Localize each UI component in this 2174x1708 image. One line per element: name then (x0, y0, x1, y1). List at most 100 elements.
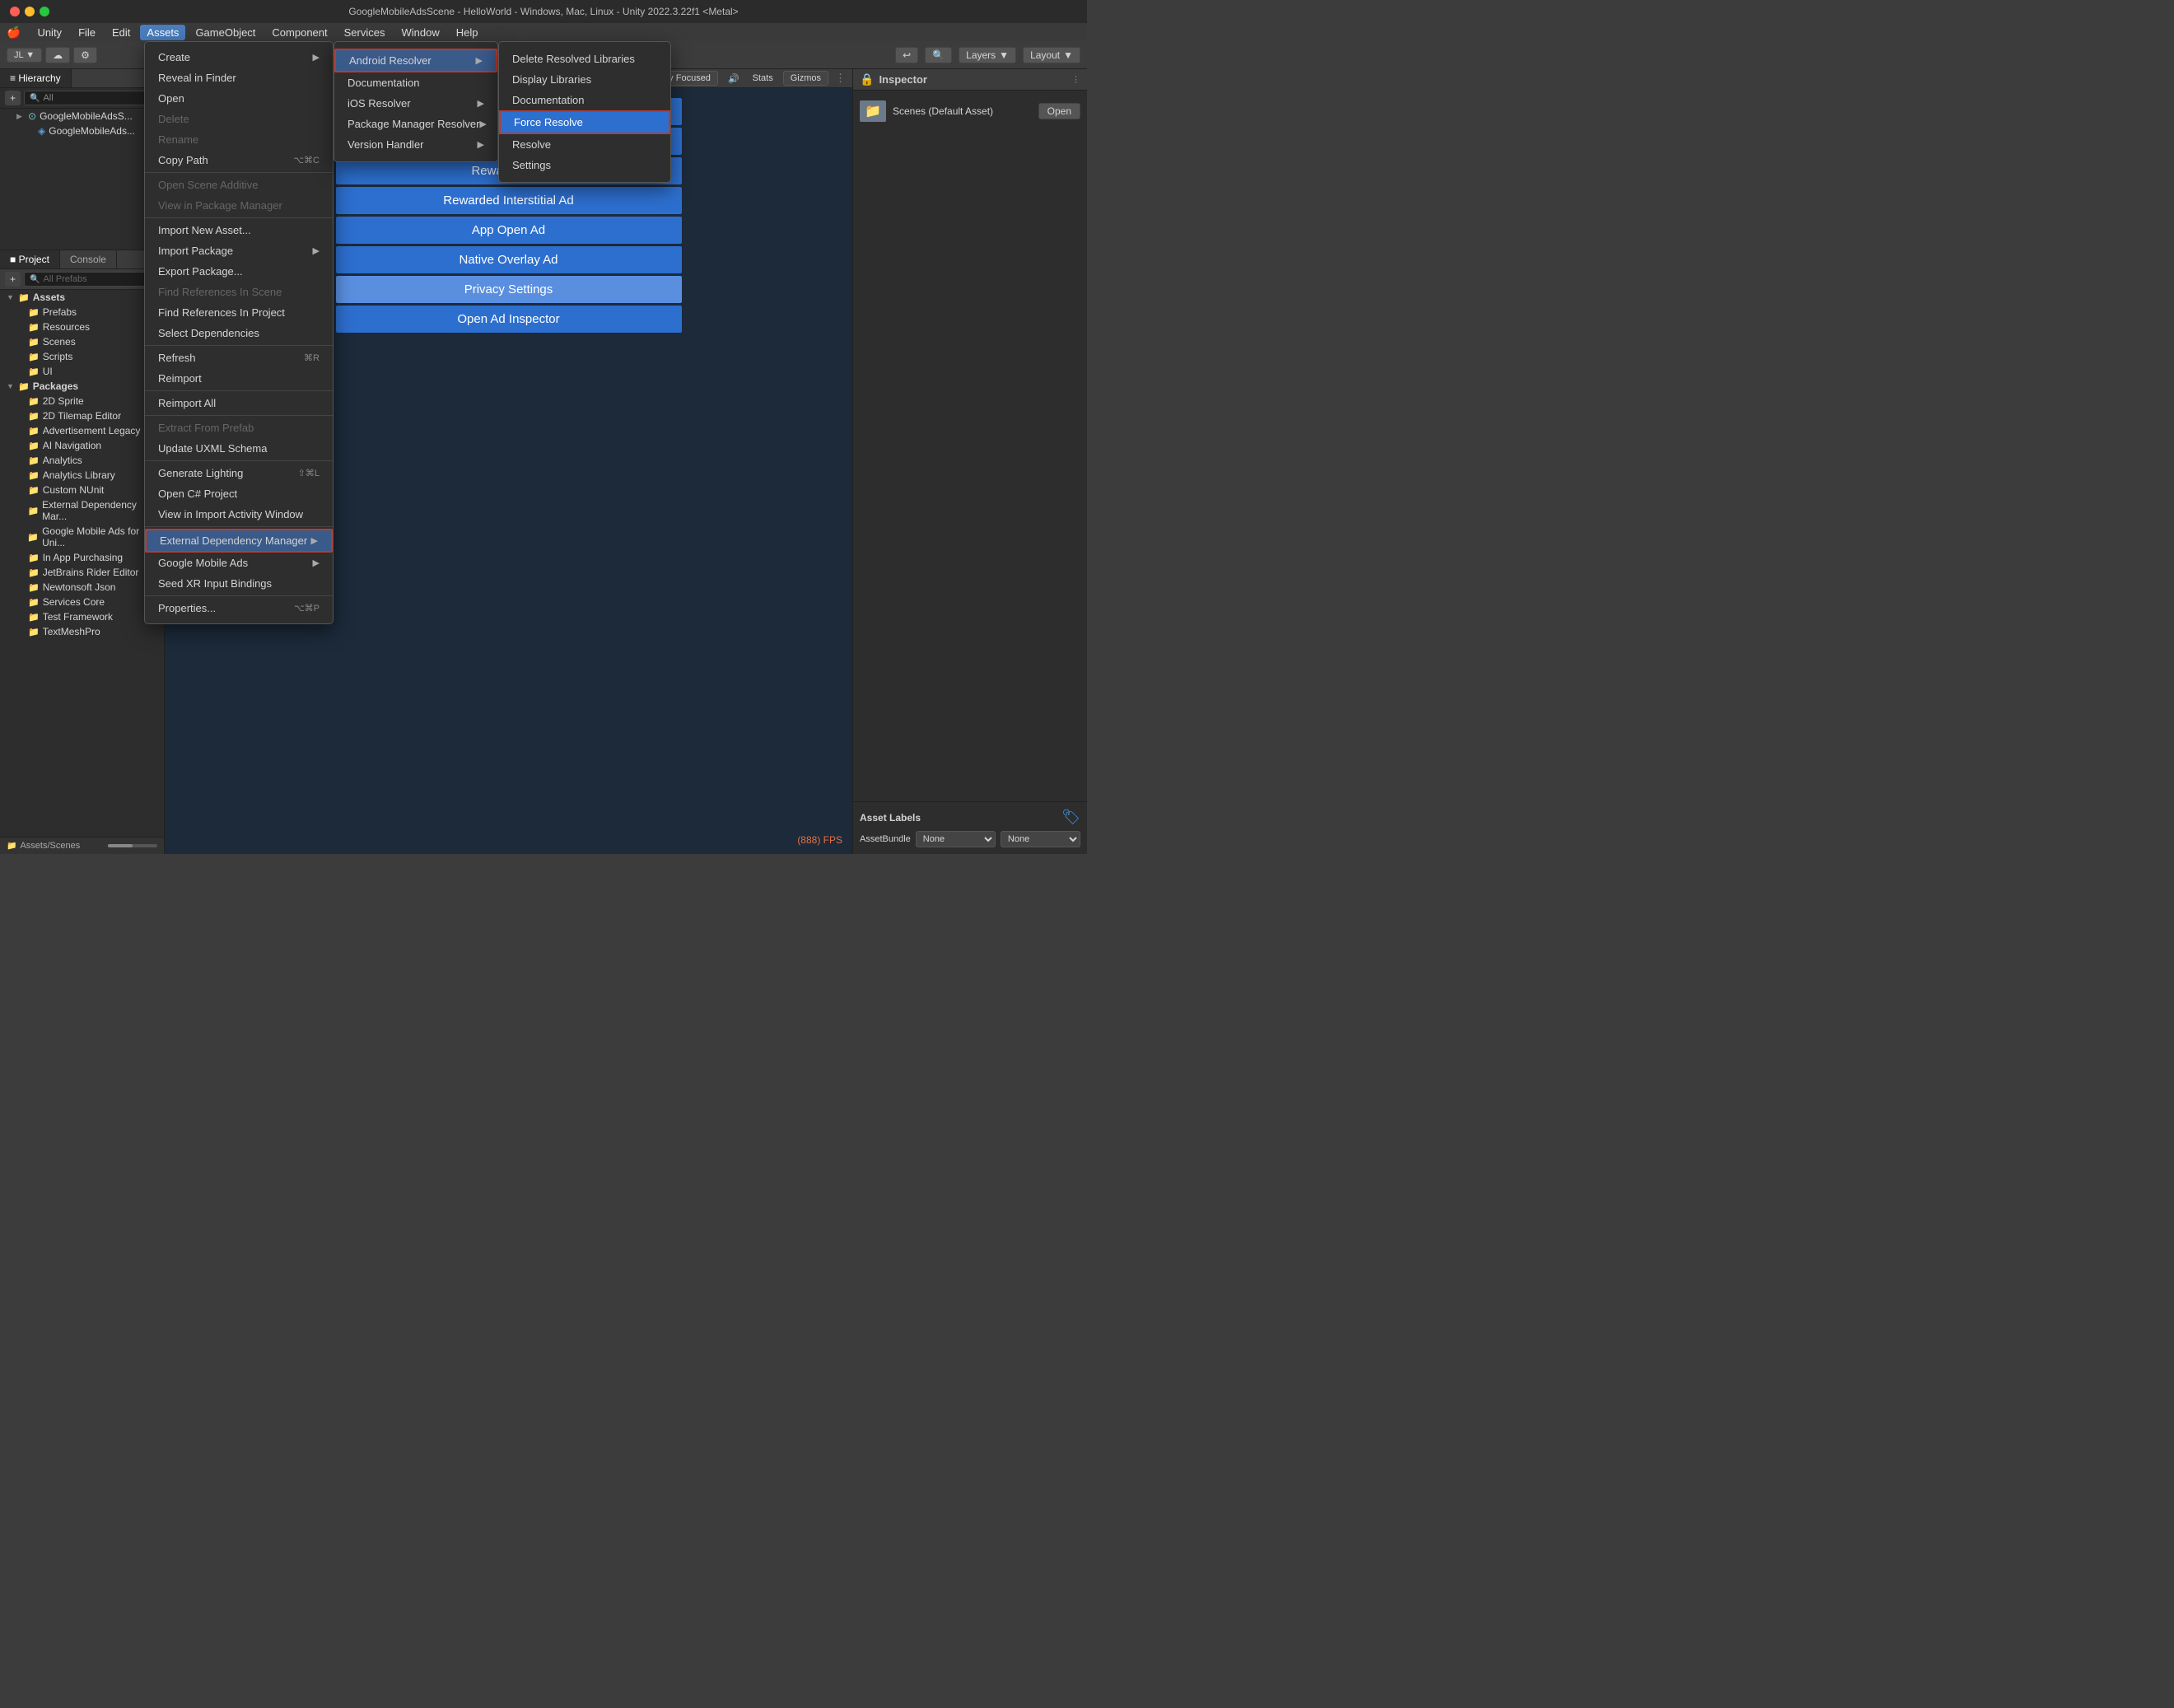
hierarchy-tab[interactable]: ≡ Hierarchy (0, 69, 72, 87)
menu-component[interactable]: Component (265, 25, 334, 40)
menu-import-package[interactable]: Import Package ▶ (145, 240, 333, 261)
android-settings[interactable]: Settings (499, 155, 670, 175)
game-btn-appopen[interactable]: App Open Ad (336, 217, 682, 244)
game-btn-privacy[interactable]: Privacy Settings (336, 276, 682, 303)
project-tab[interactable]: ■ Project (0, 250, 60, 268)
menu-file[interactable]: File (72, 25, 102, 40)
menu-create[interactable]: Create ▶ (145, 47, 333, 68)
asset-labels-icon[interactable]: 🏷 (1061, 809, 1080, 826)
apple-menu[interactable]: 🍎 (7, 26, 21, 40)
menu-reimport[interactable]: Reimport (145, 368, 333, 389)
project-add-btn[interactable]: + (5, 272, 21, 287)
tree-analytics[interactable]: 📁 Analytics (0, 453, 164, 468)
minimize-button[interactable] (25, 7, 35, 16)
menu-edit[interactable]: Edit (105, 25, 137, 40)
game-btn-inspector[interactable]: Open Ad Inspector (336, 306, 682, 333)
menu-seed-xr[interactable]: Seed XR Input Bindings (145, 573, 333, 594)
asset-bundle-select1[interactable]: None (916, 831, 996, 847)
size-slider[interactable] (108, 844, 157, 847)
tree-scenes[interactable]: 📁 Scenes (0, 334, 164, 349)
settings-btn[interactable]: ⚙ (73, 47, 97, 63)
tree-analyticslib[interactable]: 📁 Analytics Library (0, 468, 164, 483)
menu-open-csharp[interactable]: Open C# Project (145, 483, 333, 504)
search-btn[interactable]: 🔍 (925, 47, 952, 63)
edm-version-handler[interactable]: Version Handler ▶ (334, 134, 497, 155)
hierarchy-item-scene[interactable]: ▶ ⊙ GoogleMobileAdsS... (0, 109, 164, 124)
menu-google-mobile-ads[interactable]: Google Mobile Ads ▶ (145, 553, 333, 573)
tree-customnunit[interactable]: 📁 Custom NUnit (0, 483, 164, 497)
tree-2dsprite[interactable]: 📁 2D Sprite (0, 394, 164, 408)
stats-btn[interactable]: Stats (749, 72, 777, 85)
game-btn-rewarded-int[interactable]: Rewarded Interstitial Ad (336, 187, 682, 214)
android-delete-resolved[interactable]: Delete Resolved Libraries (499, 49, 670, 69)
tree-testfw[interactable]: 📁 Test Framework (0, 609, 164, 624)
menu-view-import-activity[interactable]: View in Import Activity Window (145, 504, 333, 525)
edm-pkg-mgr[interactable]: Package Manager Resolver ▶ (334, 114, 497, 134)
tree-edm[interactable]: 📁 External Dependency Mar... (0, 497, 164, 524)
project-search[interactable]: 🔍 All Prefabs (24, 272, 159, 287)
tree-ui[interactable]: 📁 UI (0, 364, 164, 379)
menu-assets[interactable]: Assets (140, 25, 185, 40)
edm-android-resolver[interactable]: Android Resolver ▶ (334, 49, 497, 72)
menu-reveal-finder[interactable]: Reveal in Finder (145, 68, 333, 88)
menu-select-deps[interactable]: Select Dependencies (145, 323, 333, 343)
menu-open[interactable]: Open (145, 88, 333, 109)
mute-btn[interactable]: 🔊 (725, 72, 743, 86)
menu-reimport-all[interactable]: Reimport All (145, 393, 333, 413)
tree-scripts[interactable]: 📁 Scripts (0, 349, 164, 364)
android-display-libs[interactable]: Display Libraries (499, 69, 670, 90)
menu-edm[interactable]: External Dependency Manager ▶ (145, 529, 333, 553)
scene-icon: ⊙ (28, 110, 36, 122)
edm-docs[interactable]: Documentation (334, 72, 497, 93)
menu-gameobject[interactable]: GameObject (189, 25, 262, 40)
hierarchy-add-btn[interactable]: + (5, 91, 21, 105)
tree-servicescore[interactable]: 📁 Services Core (0, 595, 164, 609)
undo-btn[interactable]: ↩ (895, 47, 918, 63)
hierarchy-item-gameobj[interactable]: ◈ GoogleMobileAds... (0, 124, 164, 138)
gizmos-btn[interactable]: Gizmos (783, 71, 828, 86)
menu-refresh[interactable]: Refresh ⌘R (145, 348, 333, 368)
menu-update-uxml[interactable]: Update UXML Schema (145, 438, 333, 459)
layout-dropdown[interactable]: Layout ▼ (1023, 47, 1080, 63)
menu-find-refs-project[interactable]: Find References In Project (145, 302, 333, 323)
inspector-more[interactable]: ⋮ (1071, 74, 1080, 85)
open-scene-btn[interactable]: Open (1038, 103, 1080, 119)
menu-services[interactable]: Services (338, 25, 392, 40)
hierarchy-search[interactable]: 🔍 All (24, 91, 159, 105)
game-btn-native[interactable]: Native Overlay Ad (336, 246, 682, 273)
menu-copy-path[interactable]: Copy Path ⌥⌘C (145, 150, 333, 170)
android-force-resolve[interactable]: Force Resolve (499, 110, 670, 134)
menu-export-package[interactable]: Export Package... (145, 261, 333, 282)
tree-gma[interactable]: 📁 Google Mobile Ads for Uni... (0, 524, 164, 550)
tree-ainav[interactable]: 📁 AI Navigation (0, 438, 164, 453)
tree-textmeshpro[interactable]: 📁 TextMeshPro (0, 624, 164, 639)
tree-resources[interactable]: 📁 Resources (0, 320, 164, 334)
maximize-button[interactable] (40, 7, 49, 16)
tree-assets[interactable]: ▼ 📁 Assets (0, 290, 164, 305)
menu-gen-lighting[interactable]: Generate Lighting ⇧⌘L (145, 463, 333, 483)
menu-unity[interactable]: Unity (30, 25, 68, 40)
project-tab-strip: ■ Project Console (0, 250, 164, 269)
menu-help[interactable]: Help (450, 25, 485, 40)
tree-2dtilemap[interactable]: 📁 2D Tilemap Editor (0, 408, 164, 423)
android-resolve[interactable]: Resolve (499, 134, 670, 155)
console-tab[interactable]: Console (60, 250, 117, 268)
lock-icon[interactable]: 🔒 (860, 72, 874, 86)
asset-bundle-select2[interactable]: None (1001, 831, 1080, 847)
menu-properties[interactable]: Properties... ⌥⌘P (145, 598, 333, 618)
tree-newtonsoft[interactable]: 📁 Newtonsoft Json (0, 580, 164, 595)
edm-ios[interactable]: iOS Resolver ▶ (334, 93, 497, 114)
tree-packages[interactable]: ▼ 📁 Packages (0, 379, 164, 394)
tree-iap[interactable]: 📁 In App Purchasing (0, 550, 164, 565)
close-button[interactable] (10, 7, 20, 16)
tree-adlegacy[interactable]: 📁 Advertisement Legacy (0, 423, 164, 438)
scene-more-btn[interactable]: ⋮ (835, 72, 846, 85)
tree-jb[interactable]: 📁 JetBrains Rider Editor (0, 565, 164, 580)
account-btn[interactable]: JL ▼ (7, 48, 42, 63)
layers-dropdown[interactable]: Layers ▼ (959, 47, 1016, 63)
android-docs[interactable]: Documentation (499, 90, 670, 110)
menu-window[interactable]: Window (395, 25, 446, 40)
menu-import-new-asset[interactable]: Import New Asset... (145, 220, 333, 240)
tree-prefabs[interactable]: 📁 Prefabs (0, 305, 164, 320)
cloud-btn[interactable]: ☁ (45, 47, 70, 63)
